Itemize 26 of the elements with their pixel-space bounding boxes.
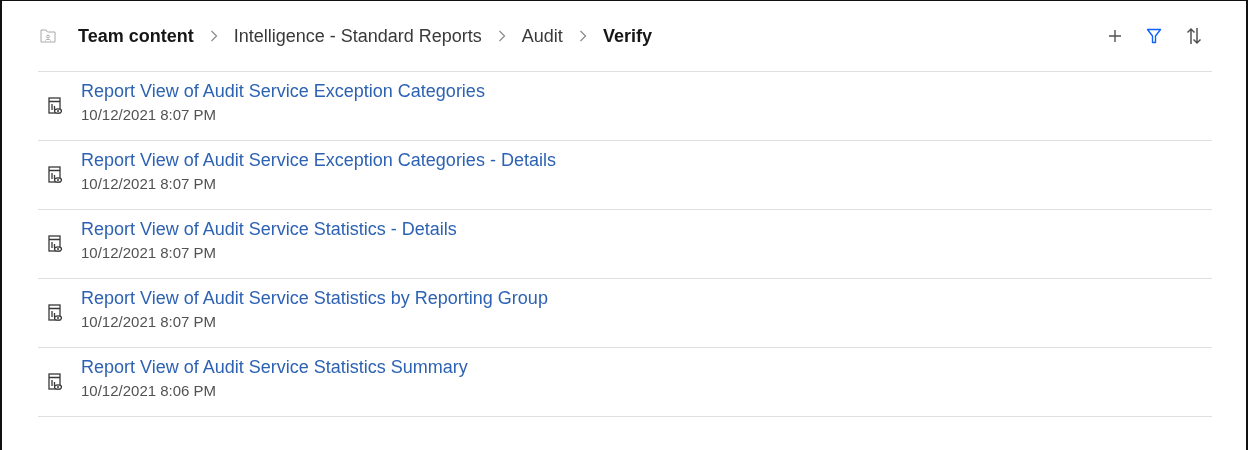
report-view-icon <box>48 373 62 391</box>
modified-date: 10/12/2021 8:07 PM <box>81 313 218 330</box>
modified-date: 10/12/2021 8:07 PM <box>81 244 218 261</box>
breadcrumb-link[interactable]: Intelligence - Standard Reports <box>233 25 482 47</box>
team-folder-icon <box>40 29 56 43</box>
report-link[interactable]: Report View of Audit Service Statistics by Reporting Group <box>81 288 548 309</box>
report-view-icon <box>48 97 62 115</box>
sort-icon[interactable] <box>1186 27 1202 45</box>
report-link[interactable]: Report View of Audit Service Exception Categories <box>81 81 485 102</box>
modified-date: 10/12/2021 8:07 PM <box>81 106 218 123</box>
report-view-icon <box>48 235 62 253</box>
report-view-icon <box>48 166 62 184</box>
breadcrumb-link[interactable]: Team content <box>78 25 194 47</box>
report-view-icon <box>48 304 62 322</box>
modified-date: 10/12/2021 8:07 PM <box>81 175 218 192</box>
filter-icon[interactable] <box>1146 28 1162 44</box>
chevron-icon <box>578 30 587 42</box>
report-link[interactable]: Report View of Audit Service Exception Categories - Details <box>81 150 556 171</box>
breadcrumb-link[interactable]: Audit <box>521 25 563 47</box>
add-icon[interactable] <box>1108 29 1122 43</box>
report-link[interactable]: Report View of Audit Service Statistics Summary <box>81 357 468 378</box>
report-link[interactable]: Report View of Audit Service Statistics - Details <box>81 219 457 240</box>
chevron-icon <box>209 30 218 42</box>
modified-date: 10/12/2021 8:06 PM <box>81 382 218 399</box>
chevron-icon <box>497 30 506 42</box>
breadcrumb-link[interactable]: Verify <box>602 25 652 47</box>
